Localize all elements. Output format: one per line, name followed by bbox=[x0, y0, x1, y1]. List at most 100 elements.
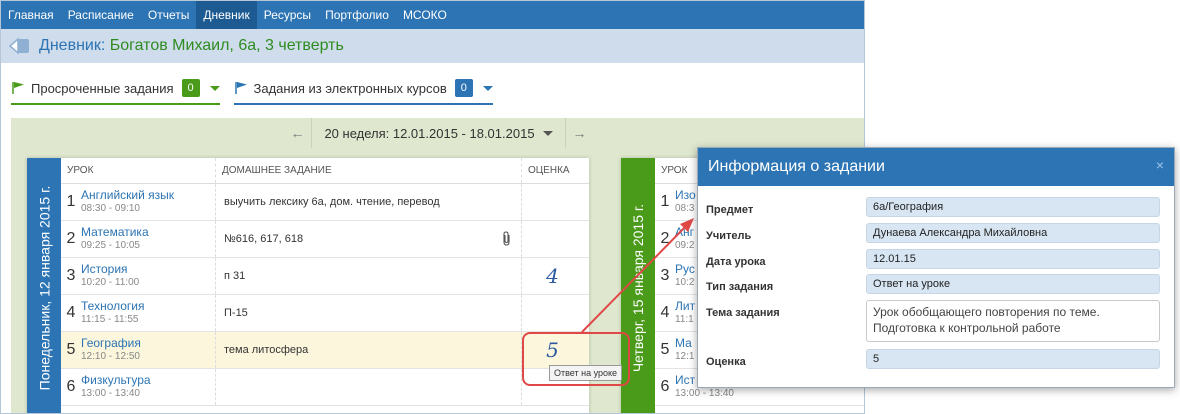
homework-cell: №616, 617, 618 bbox=[215, 221, 521, 257]
lesson-time: 11:15 - 11:55 bbox=[81, 314, 139, 325]
lesson-cell: География 12:10 - 12:50 bbox=[81, 332, 215, 368]
homework-cell bbox=[215, 369, 521, 405]
grade-cell bbox=[521, 295, 583, 331]
field-label-task-topic: Тема задания bbox=[706, 307, 780, 319]
page-title-student: Богатов Михаил, 6а, 3 четверть bbox=[109, 37, 344, 54]
field-value-task-topic: Урок обобщающего повторения по теме. Под… bbox=[866, 300, 1160, 342]
nav-item-reports[interactable]: Отчеты bbox=[141, 1, 196, 29]
nav-item-schedule[interactable]: Расписание bbox=[61, 1, 141, 29]
field-value-task-type: Ответ на уроке bbox=[866, 274, 1160, 294]
overdue-count-badge: 0 bbox=[181, 79, 200, 97]
flag-icon bbox=[234, 82, 247, 94]
table-row: 6 Физкультура 13:00 - 13:40 bbox=[61, 369, 589, 406]
lesson-cell: Ма 12:1 bbox=[675, 332, 694, 368]
subject-link[interactable]: История bbox=[81, 262, 215, 276]
lesson-time: 10:20 - 11:00 bbox=[81, 277, 140, 288]
task-info-modal: Информация о задании × Предмет 6а/Геогра… bbox=[697, 147, 1175, 388]
annotation-highlight-box bbox=[522, 332, 630, 386]
subject-link[interactable]: География bbox=[81, 336, 215, 350]
field-value-lesson-date: 12.01.15 bbox=[866, 249, 1160, 269]
lessons-table: УРОК ДОМАШНЕЕ ЗАДАНИЕ ОЦЕНКА 1 Английски… bbox=[61, 158, 589, 406]
subject-link[interactable]: Физкультура bbox=[81, 373, 215, 387]
lesson-number: 2 bbox=[660, 230, 670, 247]
table-row: 3 История 10:20 - 11:00 п 31 4 bbox=[61, 258, 589, 295]
table-row: 4 Технология 11:15 - 11:55 П-15 bbox=[61, 295, 589, 332]
course-tasks-filter[interactable]: Задания из электронных курсов 0 bbox=[233, 79, 493, 105]
week-label: 20 неделя: 12.01.2015 - 18.01.2015 bbox=[324, 125, 535, 141]
homework-cell: тема литосфера bbox=[215, 332, 521, 368]
nav-item-msoko[interactable]: МСОКО bbox=[396, 1, 454, 29]
course-count-badge: 0 bbox=[454, 79, 473, 97]
lesson-time: 13:00 - 13:40 bbox=[81, 388, 140, 399]
page-title-prefix: Дневник: bbox=[39, 37, 106, 54]
lesson-number: 3 bbox=[660, 267, 670, 284]
subject-link[interactable]: Математика bbox=[81, 225, 215, 239]
lesson-cell: Лит 11:1 bbox=[675, 295, 695, 331]
lesson-cell: Рус 10:2 bbox=[675, 258, 695, 294]
field-value-grade: 5 bbox=[866, 349, 1160, 369]
column-header-homework: ДОМАШНЕЕ ЗАДАНИЕ bbox=[215, 158, 521, 183]
subject-link[interactable]: Ма bbox=[675, 336, 694, 350]
lesson-cell: Математика 09:25 - 10:05 bbox=[81, 221, 215, 257]
column-header-lesson: УРОК bbox=[67, 165, 94, 176]
subject-link[interactable]: Рус bbox=[675, 262, 695, 276]
top-navigation: Главная Расписание Отчеты Дневник Ресурс… bbox=[1, 1, 864, 29]
homework-cell: выучить лексику 6а, дом. чтение, перевод bbox=[215, 184, 521, 220]
lesson-cell: Физкультура 13:00 - 13:40 bbox=[81, 369, 215, 405]
lesson-number: 2 bbox=[66, 230, 76, 247]
lesson-time: 09:2 bbox=[675, 240, 695, 251]
subject-link[interactable]: Технология bbox=[81, 299, 215, 313]
grade-cell bbox=[521, 221, 583, 257]
lesson-time: 12:1 bbox=[675, 351, 695, 362]
modal-title: Информация о задании bbox=[708, 158, 885, 175]
grade-cell[interactable]: 4 bbox=[521, 258, 583, 294]
lesson-cell: Анг 09:2 bbox=[675, 221, 694, 257]
lesson-number: 5 bbox=[66, 341, 76, 358]
table-header: УРОК ДОМАШНЕЕ ЗАДАНИЕ ОЦЕНКА bbox=[61, 158, 589, 184]
chevron-down-icon bbox=[542, 130, 553, 136]
subject-link[interactable]: Изо bbox=[675, 188, 696, 202]
week-selector: ← 20 неделя: 12.01.2015 - 18.01.2015 → bbox=[11, 118, 864, 148]
subject-link[interactable]: Английский язык bbox=[81, 188, 215, 202]
lesson-time: 13:00 - 13:40 bbox=[675, 388, 734, 399]
page-header: Дневник: Богатов Михаил, 6а, 3 четверть bbox=[1, 29, 864, 63]
field-label-subject: Предмет bbox=[706, 204, 754, 216]
nav-item-home[interactable]: Главная bbox=[1, 1, 61, 29]
field-value-teacher: Дунаева Александра Михайловна bbox=[866, 223, 1160, 243]
lesson-cell: Английский язык 08:30 - 09:10 bbox=[81, 184, 215, 220]
week-dropdown[interactable]: 20 неделя: 12.01.2015 - 18.01.2015 bbox=[311, 118, 566, 148]
field-label-grade: Оценка bbox=[706, 356, 746, 368]
prev-week-arrow-icon[interactable]: ← bbox=[283, 118, 311, 148]
lesson-time: 08:30 - 09:10 bbox=[81, 203, 140, 214]
nav-item-portfolio[interactable]: Портфолио bbox=[318, 1, 396, 29]
lesson-number: 4 bbox=[66, 304, 76, 321]
lesson-number: 6 bbox=[66, 378, 76, 395]
overdue-tasks-label: Просроченные задания bbox=[31, 80, 174, 96]
homework-text: №616, 617, 618 bbox=[224, 233, 304, 245]
lesson-cell: Изо 08:3 bbox=[675, 184, 696, 220]
subject-link[interactable]: Лит bbox=[675, 299, 695, 313]
lesson-number: 3 bbox=[66, 267, 76, 284]
field-label-teacher: Учитель bbox=[706, 230, 752, 242]
overdue-tasks-filter[interactable]: Просроченные задания 0 bbox=[11, 79, 220, 105]
close-icon[interactable]: × bbox=[1156, 157, 1164, 173]
page-title: Дневник: Богатов Михаил, 6а, 3 четверть bbox=[39, 37, 344, 55]
next-week-arrow-icon[interactable]: → bbox=[566, 118, 594, 148]
homework-cell: п 31 bbox=[215, 258, 521, 294]
column-header-lesson: УРОК bbox=[661, 165, 688, 176]
course-tasks-label: Задания из электронных курсов bbox=[253, 80, 447, 96]
subject-link[interactable]: Анг bbox=[675, 225, 694, 239]
lesson-number: 1 bbox=[66, 193, 76, 210]
nav-item-resources[interactable]: Ресурсы bbox=[257, 1, 318, 29]
flag-icon bbox=[12, 82, 24, 94]
lesson-number: 4 bbox=[660, 304, 670, 321]
back-arrow-icon[interactable] bbox=[9, 36, 31, 56]
nav-item-diary[interactable]: Дневник bbox=[196, 1, 257, 29]
field-label-task-type: Тип задания bbox=[706, 281, 774, 293]
table-row-selected: 5 География 12:10 - 12:50 тема литосфера… bbox=[61, 332, 589, 369]
chevron-down-icon[interactable] bbox=[209, 85, 220, 91]
filters-bar: Просроченные задания 0 Задания из электр… bbox=[11, 79, 493, 105]
chevron-down-icon[interactable] bbox=[482, 85, 493, 91]
paperclip-icon[interactable] bbox=[501, 231, 513, 247]
lesson-time: 09:25 - 10:05 bbox=[81, 240, 140, 251]
